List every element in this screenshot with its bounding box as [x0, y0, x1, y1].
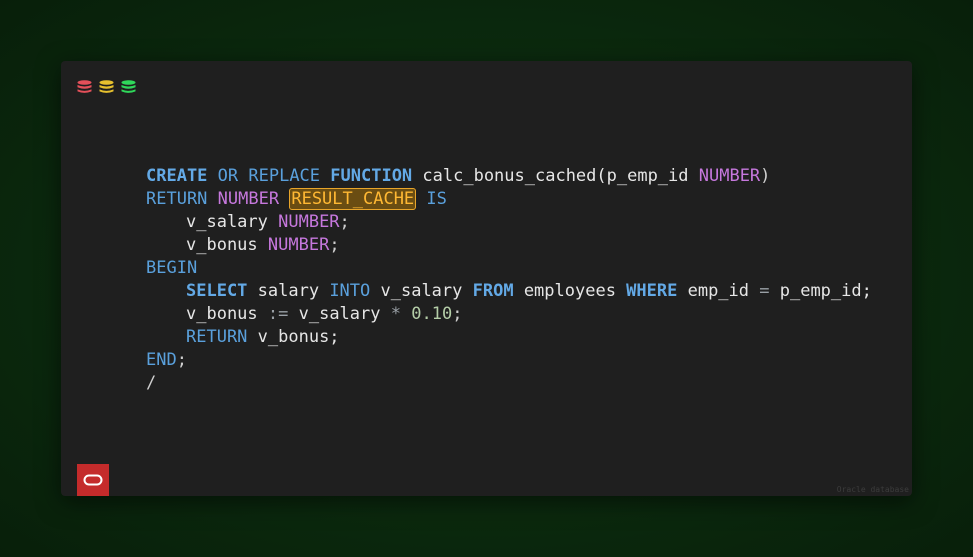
return-value: v_bonus;: [247, 327, 340, 347]
keyword-return: RETURN: [186, 327, 248, 347]
keyword-where: WHERE: [626, 281, 678, 301]
code-line-9: END;: [146, 349, 872, 372]
code-block: CREATE OR REPLACE FUNCTION calc_bonus_ca…: [146, 165, 872, 395]
code-line-4: v_bonus NUMBER;: [146, 234, 872, 257]
code-line-1: CREATE OR REPLACE FUNCTION calc_bonus_ca…: [146, 165, 872, 188]
keyword-function: FUNCTION: [330, 166, 413, 186]
type-number: NUMBER: [698, 166, 761, 186]
window-icons: [77, 80, 136, 94]
param-p-emp-id: p_emp_id;: [769, 281, 872, 301]
type-number: NUMBER: [278, 212, 340, 232]
database-icon-red: [77, 80, 92, 93]
keyword-from: FROM: [472, 281, 514, 301]
oracle-logo-icon: [77, 464, 109, 496]
keyword-create: CREATE: [146, 166, 208, 186]
variable-v-salary: v_salary: [186, 212, 279, 232]
variable-v-salary: v_salary: [288, 304, 391, 324]
code-line-2: RETURN NUMBER RESULT_CACHE IS: [146, 188, 872, 211]
database-icon-yellow: [99, 80, 114, 93]
table-employees: employees: [513, 281, 627, 301]
database-icon-green: [121, 80, 136, 93]
code-line-7: v_bonus := v_salary * 0.10;: [146, 303, 872, 326]
semicolon: ;: [339, 212, 350, 232]
keyword-into: INTO: [329, 281, 371, 301]
variable-v-bonus: v_bonus: [186, 304, 268, 324]
variable-v-salary: v_salary: [370, 281, 473, 301]
type-number: NUMBER: [267, 235, 330, 255]
column-emp-id: emp_id: [677, 281, 760, 301]
code-line-5: BEGIN: [146, 257, 872, 280]
operator-multiply: *: [390, 304, 401, 324]
code-line-6: SELECT salary INTO v_salary FROM employe…: [146, 280, 872, 303]
keyword-or-replace: OR REPLACE: [217, 166, 321, 186]
number-literal: 0.10: [411, 304, 453, 324]
footer-label: Oracle database: [836, 485, 909, 494]
operator-assign: :=: [267, 304, 289, 324]
function-signature: calc_bonus_cached(p_emp_id: [412, 166, 699, 186]
semicolon: ;: [176, 350, 187, 370]
semicolon: ;: [329, 235, 340, 255]
slash-terminator: /: [146, 373, 157, 393]
keyword-is: IS: [426, 189, 447, 209]
type-number: NUMBER: [217, 189, 280, 209]
operator-equals: =: [759, 281, 770, 301]
keyword-select: SELECT: [186, 281, 248, 301]
code-line-3: v_salary NUMBER;: [146, 211, 872, 234]
variable-v-bonus: v_bonus: [186, 235, 268, 255]
keyword-begin: BEGIN: [146, 258, 198, 278]
code-line-8: RETURN v_bonus;: [146, 326, 872, 349]
keyword-return: RETURN: [146, 189, 208, 209]
column-salary: salary: [247, 281, 330, 301]
code-window: CREATE OR REPLACE FUNCTION calc_bonus_ca…: [61, 61, 912, 496]
keyword-end: END: [146, 350, 177, 370]
result-cache-highlight: RESULT_CACHE: [289, 188, 417, 210]
semicolon: ;: [452, 304, 463, 324]
paren-close: ): [760, 166, 771, 186]
oracle-ring-icon: [83, 474, 103, 486]
code-line-10: /: [146, 372, 872, 395]
